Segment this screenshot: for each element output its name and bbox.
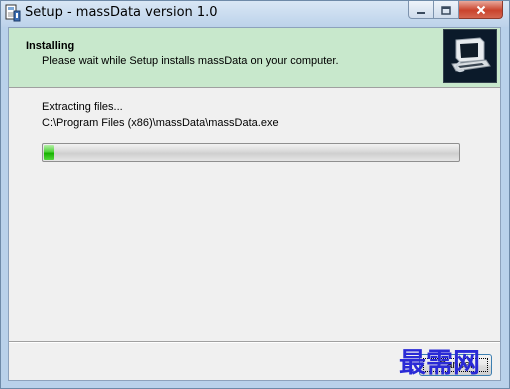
caption-buttons [408, 1, 503, 20]
progress-fill [44, 145, 54, 160]
title-bar[interactable]: Setup - massData version 1.0 [1, 1, 509, 27]
close-icon [476, 1, 486, 19]
page-subtitle: Please wait while Setup installs massDat… [42, 55, 339, 67]
page-title: Installing [26, 40, 75, 52]
status-text: Extracting files... [42, 101, 123, 113]
wizard-header: Installing Please wait while Setup insta… [9, 28, 500, 88]
installer-box-icon [443, 29, 497, 83]
watermark-logo: 最需网 [399, 348, 480, 379]
close-button[interactable] [459, 1, 503, 19]
setup-window: Setup - massData version 1.0 Installing [0, 0, 510, 389]
maximize-button[interactable] [434, 1, 459, 19]
setup-app-icon[interactable] [5, 4, 21, 22]
minimize-icon [416, 1, 426, 19]
setup-client-area: Installing Please wait while Setup insta… [8, 27, 501, 381]
install-progress-bar [42, 143, 460, 162]
minimize-button[interactable] [408, 1, 434, 19]
current-file-path: C:\Program Files (x86)\massData\massData… [42, 117, 279, 129]
maximize-icon [441, 1, 451, 19]
window-title: Setup - massData version 1.0 [25, 5, 218, 20]
